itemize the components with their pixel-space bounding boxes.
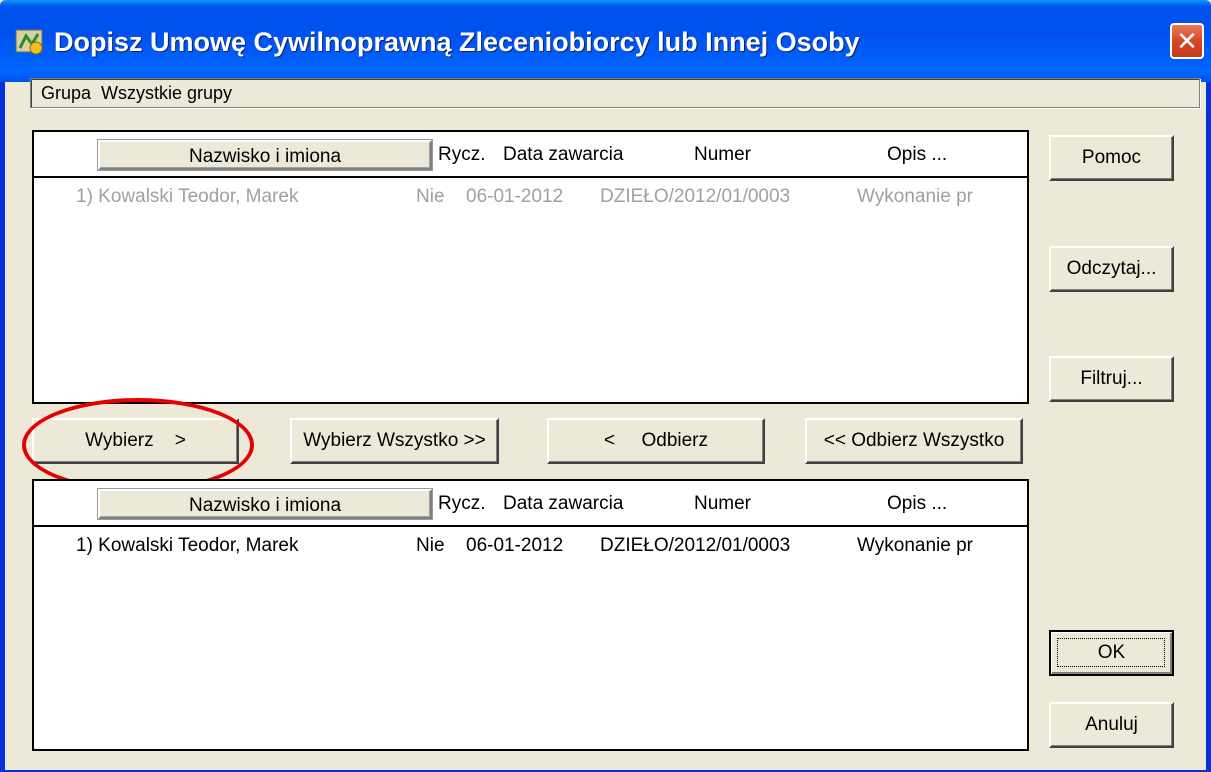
row-rycz: Nie <box>416 535 445 556</box>
available-contracts-list[interactable]: Nazwisko i imiona Rycz. Data zawarcia Nu… <box>32 130 1029 404</box>
deselect-button[interactable]: < Odbierz <box>547 418 765 464</box>
row-number: DZIEŁO/2012/01/0003 <box>600 186 791 207</box>
select-button[interactable]: Wybierz > <box>32 418 239 464</box>
column-header-rycz[interactable]: Rycz. <box>438 489 486 519</box>
column-header-name[interactable]: Nazwisko i imiona <box>98 140 432 170</box>
group-value: Wszystkie grupy <box>101 83 233 103</box>
row-description: Wykonanie pr <box>857 535 973 556</box>
list-header: Nazwisko i imiona Rycz. Data zawarcia Nu… <box>34 132 1027 178</box>
deselect-all-button[interactable]: << Odbierz Wszystko <box>805 418 1023 464</box>
row-name: 1) Kowalski Teodor, Marek <box>76 186 299 207</box>
focus-rectangle <box>1057 638 1165 667</box>
read-button[interactable]: Odczytaj... <box>1049 246 1174 292</box>
column-header-name[interactable]: Nazwisko i imiona <box>98 489 432 519</box>
column-header-date[interactable]: Data zawarcia <box>503 489 623 519</box>
column-header-rycz[interactable]: Rycz. <box>438 140 486 170</box>
app-icon <box>15 29 43 55</box>
column-header-number[interactable]: Numer <box>694 140 751 170</box>
help-button[interactable]: Pomoc <box>1049 135 1174 181</box>
title-bar[interactable]: Dopisz Umowę Cywilnoprawną Zleceniobiorc… <box>0 0 1211 82</box>
row-number: DZIEŁO/2012/01/0003 <box>600 535 791 556</box>
group-filter-bar[interactable]: Grupa Wszystkie grupy <box>30 78 1200 108</box>
column-header-number[interactable]: Numer <box>694 489 751 519</box>
window-title: Dopisz Umowę Cywilnoprawną Zleceniobiorc… <box>54 27 860 57</box>
column-header-description[interactable]: Opis ... <box>887 489 947 519</box>
row-date: 06-01-2012 <box>466 535 564 556</box>
column-header-description[interactable]: Opis ... <box>887 140 947 170</box>
list-item[interactable]: 1) Kowalski Teodor, Marek Nie 06-01-2012… <box>34 531 1027 561</box>
selected-contracts-list[interactable]: Nazwisko i imiona Rycz. Data zawarcia Nu… <box>32 479 1029 751</box>
close-icon: ✕ <box>1176 26 1198 56</box>
list-header: Nazwisko i imiona Rycz. Data zawarcia Nu… <box>34 481 1027 527</box>
row-name: 1) Kowalski Teodor, Marek <box>76 535 299 556</box>
cancel-button[interactable]: Anuluj <box>1049 702 1174 748</box>
filter-button[interactable]: Filtruj... <box>1049 356 1174 402</box>
group-label: Grupa <box>41 83 92 103</box>
close-button[interactable]: ✕ <box>1170 23 1204 59</box>
list-item[interactable]: 1) Kowalski Teodor, Marek Nie 06-01-2012… <box>34 182 1027 212</box>
ok-button[interactable]: OK <box>1049 630 1174 676</box>
row-rycz: Nie <box>416 186 445 207</box>
row-description: Wykonanie pr <box>857 186 973 207</box>
row-date: 06-01-2012 <box>466 186 564 207</box>
select-all-button[interactable]: Wybierz Wszystko >> <box>290 418 499 464</box>
column-header-date[interactable]: Data zawarcia <box>503 140 623 170</box>
